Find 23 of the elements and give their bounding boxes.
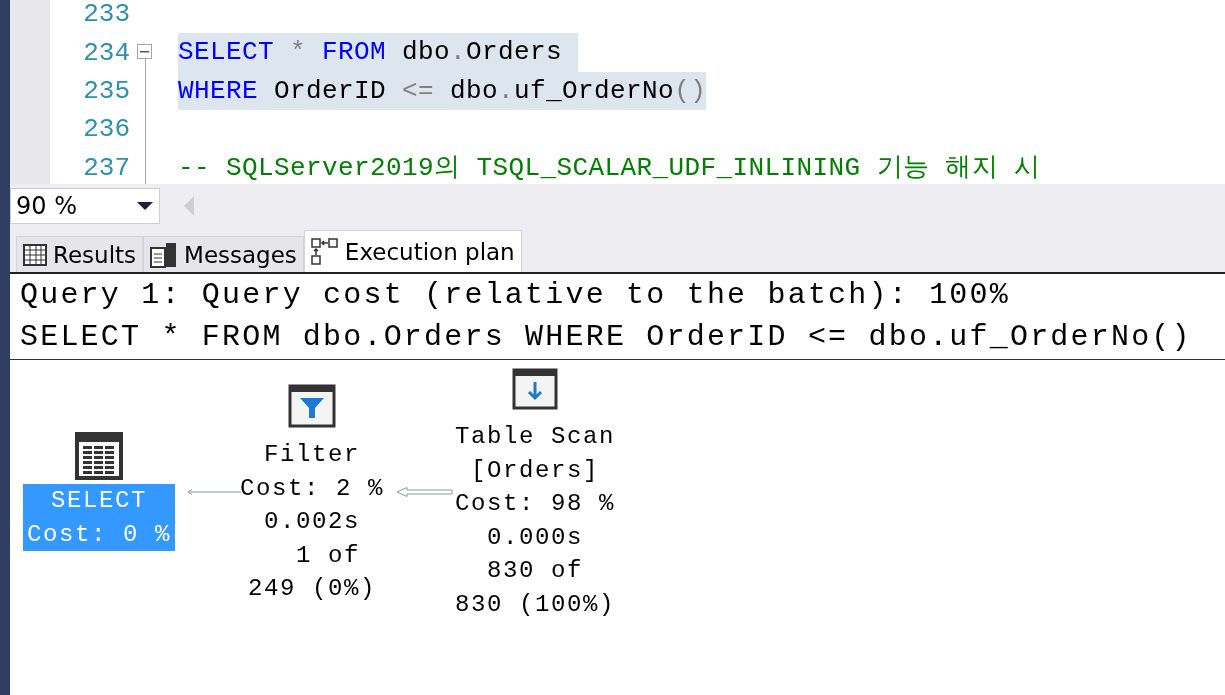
line-number: 233 [82, 0, 130, 30]
code-line: -- SQLServer2019의 TSQL_SCALAR_UDF_INLINING 기능 해지 시 [178, 151, 1041, 184]
funnel-icon [288, 384, 336, 428]
plan-node-label[interactable]: Filter Cost: 2 % 0.002s 1 of 249 (0%) [236, 438, 389, 606]
pane-tab[interactable]: Messages [143, 236, 304, 272]
minus-icon [140, 50, 149, 53]
table-grid-icon [75, 432, 123, 480]
document-icon [150, 241, 179, 268]
query-header: Query 1: Query cost (relative to the batch): 100% SELECT * FROM dbo.Orders WHERE OrderID <= dbo.uf_OrderNo() [10, 274, 1225, 360]
collapse-toggle[interactable] [137, 44, 152, 60]
line-number: 235 [82, 75, 130, 106]
line-number: 236 [82, 114, 130, 145]
thick-arrow [395, 486, 453, 498]
line-number: 237 [82, 152, 130, 183]
caret-icon [137, 201, 153, 211]
line-number: 234 [82, 37, 130, 68]
grid-icon [23, 243, 47, 266]
plan-diagram-icon [310, 237, 339, 266]
thin-arrow [186, 488, 242, 496]
pane-tab[interactable]: Execution plan [303, 230, 522, 272]
plan-node-label[interactable]: Table Scan [Orders] Cost: 98 % 0.000s 830 of 830 (100%) [451, 420, 620, 622]
zoom-dropdown[interactable]: 90 % [10, 188, 160, 224]
pane-tab[interactable]: Results [16, 236, 144, 272]
